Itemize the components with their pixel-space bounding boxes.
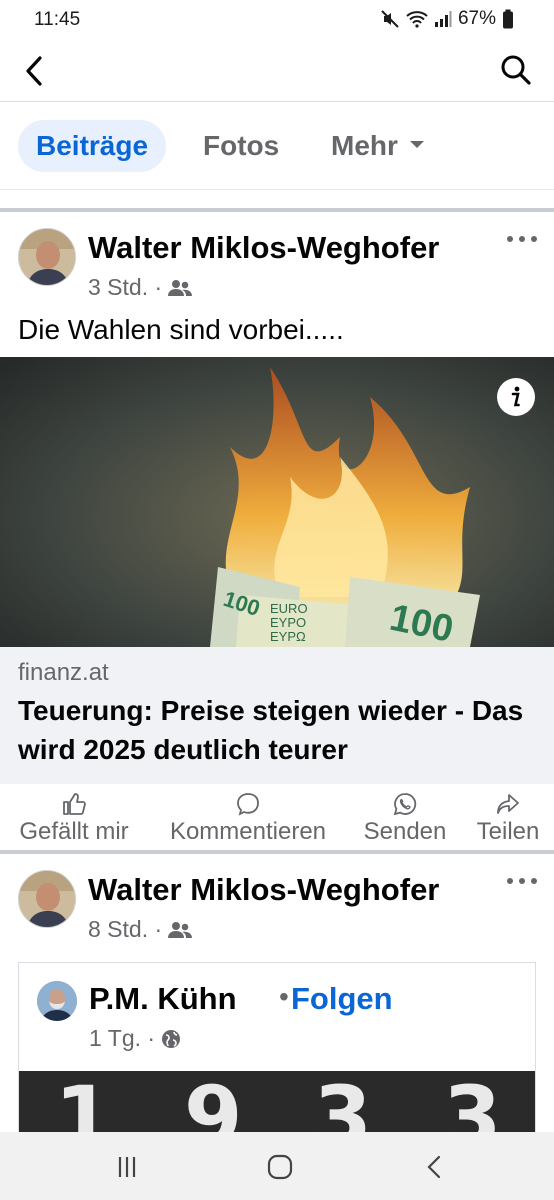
like-label: Gefällt mir bbox=[19, 818, 129, 845]
battery-percent: 67% bbox=[457, 8, 496, 29]
tab-more-label: Mehr bbox=[331, 130, 398, 161]
avatar-photo bbox=[19, 229, 75, 285]
whatsapp-icon bbox=[393, 793, 417, 816]
shared-time: 1 Tg. · bbox=[89, 1025, 156, 1051]
caret-down-icon bbox=[409, 141, 424, 149]
comment-button[interactable]: Kommentieren bbox=[152, 786, 344, 850]
banknote-text: EYPO bbox=[270, 615, 306, 630]
avatar[interactable] bbox=[18, 228, 76, 286]
home-icon[interactable] bbox=[265, 1152, 295, 1182]
post-meta: 3 Std. · bbox=[88, 274, 193, 301]
shared-meta: 1 Tg. · bbox=[89, 1025, 181, 1052]
signal-icon bbox=[434, 11, 452, 27]
recent-apps-icon[interactable] bbox=[112, 1152, 142, 1182]
status-bar: 11:45 67% bbox=[0, 0, 554, 40]
post-meta: 8 Std. · bbox=[88, 916, 193, 943]
post-header: Walter Miklos-Weghofer 8 Std. · bbox=[0, 870, 554, 950]
comment-label: Kommentieren bbox=[169, 818, 327, 845]
top-bar bbox=[0, 40, 554, 102]
search-icon bbox=[501, 55, 531, 85]
post-time: 3 Std. · bbox=[88, 274, 163, 300]
post-author[interactable]: Walter Miklos-Weghofer bbox=[88, 230, 439, 266]
back-nav-icon[interactable] bbox=[420, 1152, 450, 1182]
friends-icon bbox=[168, 921, 193, 938]
share-label: Teilen bbox=[476, 818, 540, 845]
share-button[interactable]: Teilen bbox=[466, 786, 550, 850]
more-options-icon[interactable] bbox=[504, 232, 540, 246]
comment-icon bbox=[237, 793, 259, 816]
post-text: Die Wahlen sind vorbei..... bbox=[18, 314, 344, 345]
avatar[interactable] bbox=[18, 870, 76, 928]
tab-more[interactable]: Mehr bbox=[331, 120, 424, 172]
separator-dot: • bbox=[279, 981, 289, 1012]
search-button[interactable] bbox=[500, 54, 532, 86]
shared-post[interactable]: P.M. Kühn • Folgen 1 Tg. · 1 9 3 3 bbox=[18, 962, 536, 1137]
system-nav-bar bbox=[0, 1132, 554, 1200]
like-button[interactable]: Gefällt mir bbox=[6, 786, 142, 850]
follow-button[interactable]: Folgen bbox=[291, 981, 393, 1017]
shared-image[interactable]: 1 9 3 3 bbox=[19, 1071, 535, 1137]
tab-posts[interactable]: Beiträge bbox=[18, 120, 167, 172]
share-icon bbox=[497, 794, 519, 814]
wifi-icon bbox=[406, 11, 428, 28]
globe-icon bbox=[162, 1029, 181, 1048]
tab-photos[interactable]: Fotos bbox=[203, 120, 279, 172]
shared-author[interactable]: P.M. Kühn bbox=[89, 981, 237, 1017]
banknote-text: ΕΥΡΩ bbox=[270, 629, 306, 644]
back-arrow-icon bbox=[26, 56, 42, 86]
digit: 3 bbox=[443, 1071, 502, 1137]
feed-divider bbox=[0, 208, 554, 212]
back-button[interactable] bbox=[20, 54, 50, 88]
more-options-icon[interactable] bbox=[504, 874, 540, 888]
post-time: 8 Std. · bbox=[88, 916, 163, 942]
link-domain: finanz.at bbox=[18, 659, 109, 686]
profile-tabs: Beiträge Fotos Mehr bbox=[0, 102, 554, 190]
post-actions: Gefällt mir Kommentieren Senden Teilen bbox=[0, 786, 554, 850]
link-title: Teuerung: Preise steigen wieder - Das wi… bbox=[18, 695, 524, 765]
info-icon[interactable] bbox=[496, 377, 536, 417]
link-preview-info[interactable]: finanz.at Teuerung: Preise steigen wiede… bbox=[0, 647, 554, 784]
avatar-photo bbox=[19, 871, 75, 927]
shared-avatar[interactable] bbox=[37, 981, 77, 1021]
friends-icon bbox=[168, 279, 193, 296]
mute-icon bbox=[381, 10, 399, 28]
battery-icon bbox=[503, 9, 513, 29]
shared-avatar-photo bbox=[37, 981, 77, 1021]
banknote-text: EURO bbox=[270, 601, 308, 616]
feed-divider bbox=[0, 850, 554, 854]
post-author[interactable]: Walter Miklos-Weghofer bbox=[88, 872, 439, 908]
shared-image-digits: 1 9 3 3 bbox=[19, 1071, 535, 1137]
send-label: Senden bbox=[363, 818, 447, 845]
post-header: Walter Miklos-Weghofer 3 Std. · bbox=[0, 228, 554, 308]
digit: 3 bbox=[313, 1071, 372, 1137]
status-time: 11:45 bbox=[34, 9, 81, 30]
send-button[interactable]: Senden bbox=[356, 786, 454, 850]
link-preview-image[interactable]: 100 100 EURO EYPO ΕΥΡΩ bbox=[0, 357, 554, 647]
burning-money-image: 100 100 EURO EYPO ΕΥΡΩ bbox=[0, 357, 554, 647]
like-icon bbox=[63, 793, 86, 815]
digit: 9 bbox=[184, 1071, 243, 1137]
digit: 1 bbox=[54, 1071, 113, 1137]
